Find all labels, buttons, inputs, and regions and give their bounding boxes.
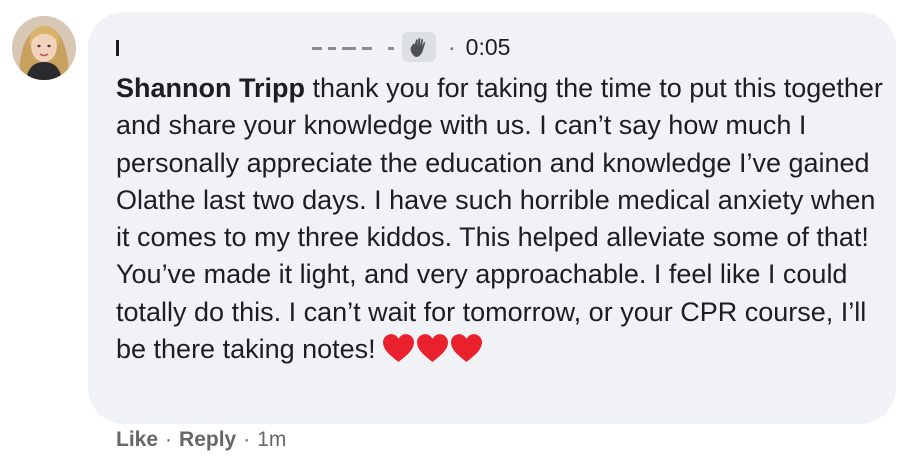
mention-link[interactable]: Shannon Tripp [116,73,305,103]
heart-icon [450,334,482,362]
redacted-author-name [116,36,402,58]
heart-emojis [382,333,484,373]
comment-bubble: · 0:05 Shannon Tripp thank you for takin… [88,12,896,424]
separator-dot: · [243,428,251,451]
heart-icon [416,334,448,362]
comment-header: · 0:05 [116,32,510,62]
wave-icon[interactable] [402,32,436,62]
separator-dot: · [448,33,456,60]
separator-dot: · [165,428,173,451]
comment-age[interactable]: 1m [257,428,286,452]
comment-actions: Like · Reply · 1m [116,428,286,452]
reply-button[interactable]: Reply [179,428,236,452]
avatar[interactable] [12,16,76,80]
like-button[interactable]: Like [116,428,158,452]
comment-body: Shannon Tripp thank you for taking the t… [116,70,886,373]
heart-icon [382,334,414,362]
video-timestamp[interactable]: 0:05 [466,34,511,61]
comment-text: thank you for taking the time to put thi… [116,73,883,365]
